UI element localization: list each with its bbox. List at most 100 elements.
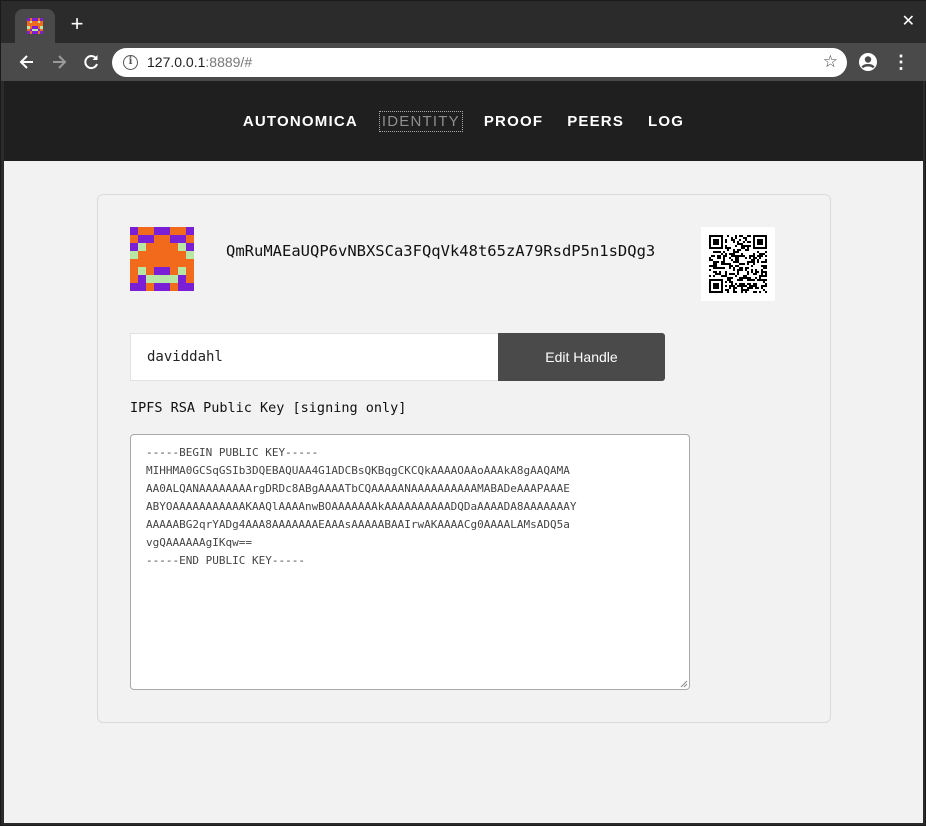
avatar-cell xyxy=(178,259,186,267)
nav-log[interactable]: LOG xyxy=(646,112,686,131)
edit-handle-button[interactable]: Edit Handle xyxy=(498,333,665,381)
avatar-cell xyxy=(186,267,194,275)
forward-button[interactable] xyxy=(48,51,70,73)
top-navigation: AUTONOMICA IDENTITY PROOF PEERS LOG xyxy=(4,81,923,161)
avatar-cell xyxy=(138,267,146,275)
browser-toolbar: i 127.0.0.1:8889/# ☆ ⋮ xyxy=(1,43,926,81)
avatar-cell xyxy=(146,267,154,275)
avatar-cell xyxy=(138,243,146,251)
avatar-cell xyxy=(170,267,178,275)
reload-icon xyxy=(84,55,98,70)
browser-window: + ✕ i 127.0.0.1:8889/# ☆ ⋮ AUTONOMICA ID… xyxy=(0,0,926,826)
peer-id: QmRuMAEaUQP6vNBXSCa3FQqVk48t65zA79RsdP5n… xyxy=(226,242,656,260)
avatar-cell xyxy=(154,251,162,259)
url-text[interactable]: 127.0.0.1:8889/# xyxy=(147,54,252,70)
url-path: :8889/# xyxy=(205,54,253,70)
avatar-cell xyxy=(154,243,162,251)
avatar-cell xyxy=(130,243,138,251)
avatar-cell xyxy=(138,235,146,243)
avatar-cell xyxy=(154,227,162,235)
new-tab-button[interactable]: + xyxy=(65,12,89,36)
avatar-cell xyxy=(130,259,138,267)
public-key-text: -----BEGIN PUBLIC KEY----- MIHHMA0GCSqGS… xyxy=(146,446,577,567)
avatar-cell xyxy=(130,283,138,291)
avatar-cell xyxy=(162,267,170,275)
avatar-cell xyxy=(154,283,162,291)
avatar-cell xyxy=(186,283,194,291)
avatar-cell xyxy=(162,283,170,291)
avatar-cell xyxy=(170,235,178,243)
avatar-cell xyxy=(154,235,162,243)
info-icon[interactable]: i xyxy=(123,55,138,70)
resize-handle-icon[interactable] xyxy=(680,680,688,688)
avatar-cell xyxy=(162,275,170,283)
avatar-cell xyxy=(146,283,154,291)
avatar-cell xyxy=(146,243,154,251)
avatar-cell xyxy=(186,227,194,235)
page-viewport: AUTONOMICA IDENTITY PROOF PEERS LOG QmRu… xyxy=(4,81,923,823)
window-close-button[interactable]: ✕ xyxy=(902,12,915,32)
favicon-icon xyxy=(27,18,43,34)
avatar-cell xyxy=(138,259,146,267)
avatar-cell xyxy=(138,251,146,259)
avatar-cell xyxy=(178,251,186,259)
avatar-cell xyxy=(186,251,194,259)
avatar-cell xyxy=(162,243,170,251)
avatar-cell xyxy=(178,267,186,275)
avatar-cell xyxy=(170,251,178,259)
qr-code-icon xyxy=(709,235,767,293)
avatar-cell xyxy=(186,275,194,283)
avatar-cell xyxy=(178,275,186,283)
avatar-cell xyxy=(170,259,178,267)
avatar-cell xyxy=(146,259,154,267)
avatar-cell xyxy=(178,243,186,251)
avatar-cell xyxy=(138,283,146,291)
nav-autonomica[interactable]: AUTONOMICA xyxy=(241,112,360,131)
identity-card: QmRuMAEaUQP6vNBXSCa3FQqVk48t65zA79RsdP5n… xyxy=(97,194,831,723)
avatar-cell xyxy=(138,275,146,283)
kebab-menu-icon[interactable]: ⋮ xyxy=(891,51,911,73)
nav-links: AUTONOMICA IDENTITY PROOF PEERS LOG xyxy=(4,111,923,132)
avatar-cell xyxy=(170,243,178,251)
avatar-cell xyxy=(186,259,194,267)
avatar-cell xyxy=(130,251,138,259)
avatar-cell xyxy=(130,267,138,275)
url-host: 127.0.0.1 xyxy=(147,54,206,70)
avatar-cell xyxy=(154,275,162,283)
avatar-cell xyxy=(186,243,194,251)
avatar-cell xyxy=(154,259,162,267)
avatar-cell xyxy=(170,227,178,235)
browser-tab[interactable] xyxy=(15,9,55,43)
favicon-cell xyxy=(40,31,43,34)
avatar-cell xyxy=(162,227,170,235)
avatar-cell xyxy=(130,227,138,235)
avatar-cell xyxy=(162,259,170,267)
arrow-left-icon xyxy=(19,55,33,69)
address-bar[interactable]: i 127.0.0.1:8889/# ☆ xyxy=(112,48,847,77)
avatar-cell xyxy=(146,235,154,243)
avatar-cell xyxy=(178,283,186,291)
nav-identity[interactable]: IDENTITY xyxy=(378,111,463,132)
avatar-cell xyxy=(162,251,170,259)
tab-strip: + ✕ xyxy=(1,1,926,43)
avatar-cell xyxy=(178,235,186,243)
avatar-cell xyxy=(146,251,154,259)
identicon-avatar xyxy=(130,227,194,291)
avatar-cell xyxy=(146,275,154,283)
avatar-cell xyxy=(146,227,154,235)
handle-input[interactable]: daviddahl xyxy=(130,333,498,381)
nav-peers[interactable]: PEERS xyxy=(565,112,626,131)
public-key-textarea[interactable]: -----BEGIN PUBLIC KEY----- MIHHMA0GCSqGS… xyxy=(130,434,690,690)
reload-button[interactable] xyxy=(80,51,102,73)
star-icon[interactable]: ☆ xyxy=(823,52,838,72)
avatar-cell xyxy=(130,235,138,243)
avatar-cell xyxy=(130,275,138,283)
avatar-cell xyxy=(162,235,170,243)
nav-proof[interactable]: PROOF xyxy=(482,112,545,131)
arrow-right-icon xyxy=(53,55,67,69)
account-icon[interactable] xyxy=(857,51,879,73)
avatar-cell xyxy=(138,227,146,235)
avatar-cell xyxy=(186,235,194,243)
avatar-cell xyxy=(178,227,186,235)
back-button[interactable] xyxy=(16,51,38,73)
